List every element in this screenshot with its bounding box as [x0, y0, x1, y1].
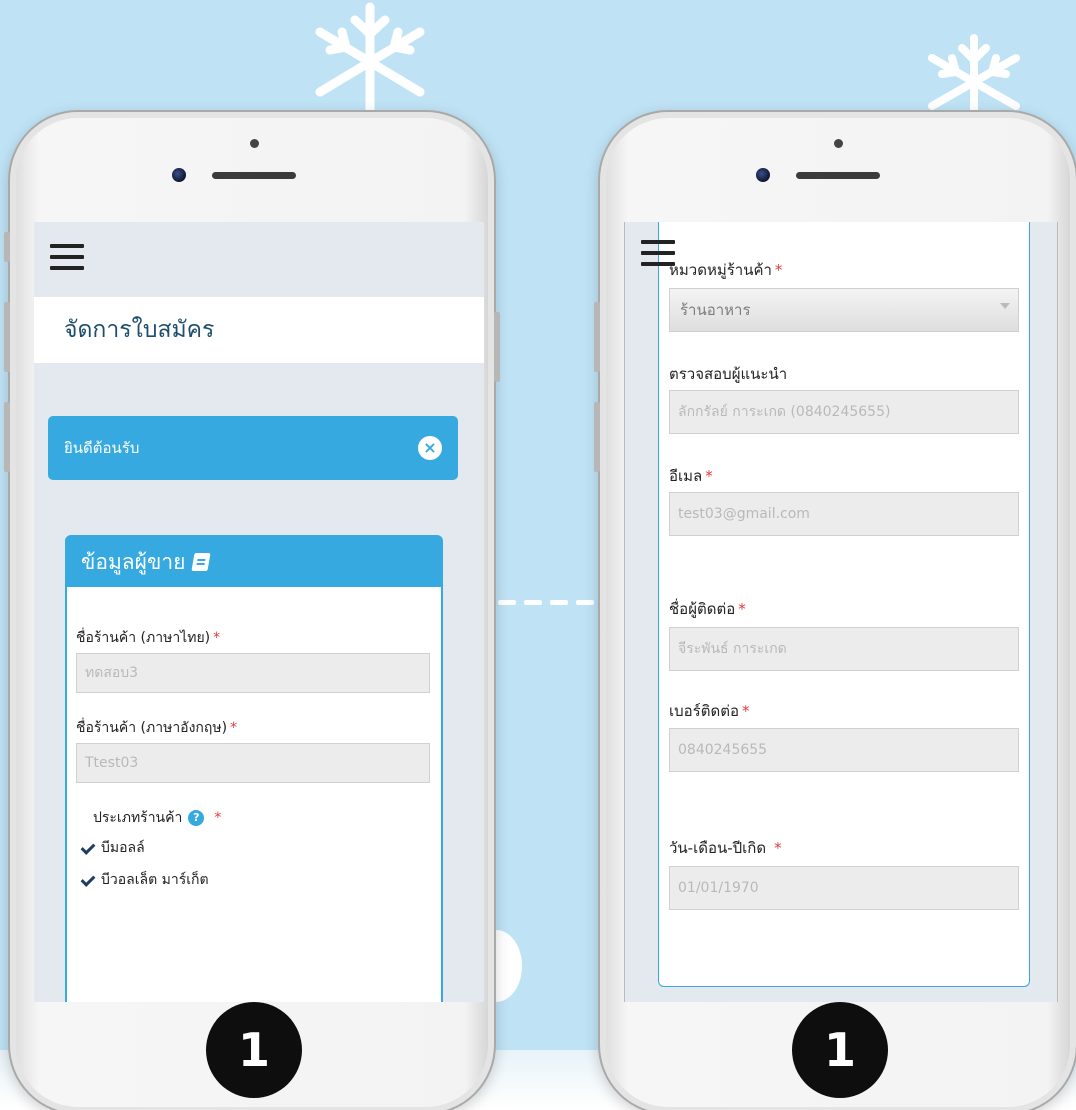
mute-switch	[4, 232, 10, 262]
right-screen: หมวดหมู่ร้านค้า * ร้านอาหาร ตรวจสอบผู้แนะ…	[624, 222, 1058, 1002]
phone-input[interactable]: 0840245655	[669, 728, 1019, 772]
contact-name-label: ชื่อผู้ติดต่อ *	[669, 600, 746, 618]
welcome-alert: ยินดีต้อนรับ ×	[48, 416, 458, 480]
book-icon	[191, 553, 212, 571]
left-phone: จัดการใบสมัคร ยินดีต้อนรับ × ข้อมูลผู้ขา…	[4, 110, 500, 1110]
proximity-sensor	[834, 139, 843, 148]
referrer-label: ตรวจสอบผู้แนะนำ	[669, 365, 788, 383]
volume-down-button	[4, 402, 10, 472]
store-name-en-label: ชื่อร้านค้า (ภาษาอังกฤษ) *	[76, 720, 238, 736]
volume-up-button	[4, 302, 10, 372]
category-label: หมวดหมู่ร้านค้า *	[669, 261, 783, 279]
menu-icon[interactable]	[641, 240, 675, 266]
panel-title: ข้อมูลผู้ขาย	[81, 549, 186, 574]
alert-text: ยินดีต้อนรับ	[64, 439, 140, 457]
connector-dashes	[498, 600, 594, 605]
store-name-en-input[interactable]: Ttest03	[76, 743, 430, 783]
store-name-th-label: ชื่อร้านค้า (ภาษาไทย) *	[76, 630, 221, 646]
checkbox-checked-icon[interactable]	[81, 873, 95, 887]
menu-icon[interactable]	[50, 244, 84, 270]
birthdate-input[interactable]: 01/01/1970	[669, 866, 1019, 910]
left-screen: จัดการใบสมัคร ยินดีต้อนรับ × ข้อมูลผู้ขา…	[34, 222, 484, 1002]
store-type-option-bwallet-market[interactable]: บีวอลเล็ต มาร์เก็ต	[81, 869, 209, 891]
store-type-label: ประเภทร้านค้า? *	[93, 810, 222, 826]
help-icon[interactable]: ?	[188, 810, 205, 826]
snowflake-icon	[315, 2, 425, 112]
referrer-input[interactable]: ลักกรัลย์ การะเกด (0840245655)	[669, 390, 1019, 434]
right-phone: หมวดหมู่ร้านค้า * ร้านอาหาร ตรวจสอบผู้แนะ…	[594, 110, 1076, 1110]
proximity-sensor	[250, 139, 259, 148]
store-type-option-bmall[interactable]: บีมอลล์	[81, 837, 145, 859]
seller-info-panel: ข้อมูลผู้ขาย ชื่อร้านค้า (ภาษาไทย) * ทดสอ…	[65, 535, 443, 1002]
contact-name-input[interactable]: จีระพันธ์ การะเกด	[669, 627, 1019, 671]
home-button[interactable]: 1	[792, 1002, 888, 1098]
earpiece-speaker	[796, 172, 880, 179]
email-label: อีเมล *	[669, 467, 713, 485]
close-icon[interactable]: ×	[418, 436, 442, 460]
front-camera	[756, 168, 770, 182]
seller-contact-form: หมวดหมู่ร้านค้า * ร้านอาหาร ตรวจสอบผู้แนะ…	[658, 222, 1030, 987]
power-button	[494, 312, 500, 382]
email-input[interactable]: test03@gmail.com	[669, 492, 1019, 536]
volume-up-button	[594, 302, 600, 372]
panel-header: ข้อมูลผู้ขาย	[67, 537, 441, 587]
home-button[interactable]: 1	[206, 1002, 302, 1098]
birthdate-label: วัน-เดือน-ปีเกิด *	[669, 839, 782, 857]
store-name-th-input[interactable]: ทดสอบ3	[76, 653, 430, 693]
phone-label: เบอร์ติดต่อ *	[669, 702, 750, 720]
chevron-down-icon	[1000, 303, 1010, 309]
category-select[interactable]: ร้านอาหาร	[669, 288, 1019, 332]
front-camera	[172, 168, 186, 182]
page-title: จัดการใบสมัคร	[34, 297, 484, 363]
snowflake-icon	[928, 34, 1020, 114]
checkbox-checked-icon[interactable]	[81, 841, 95, 855]
earpiece-speaker	[212, 172, 296, 179]
volume-down-button	[594, 402, 600, 472]
